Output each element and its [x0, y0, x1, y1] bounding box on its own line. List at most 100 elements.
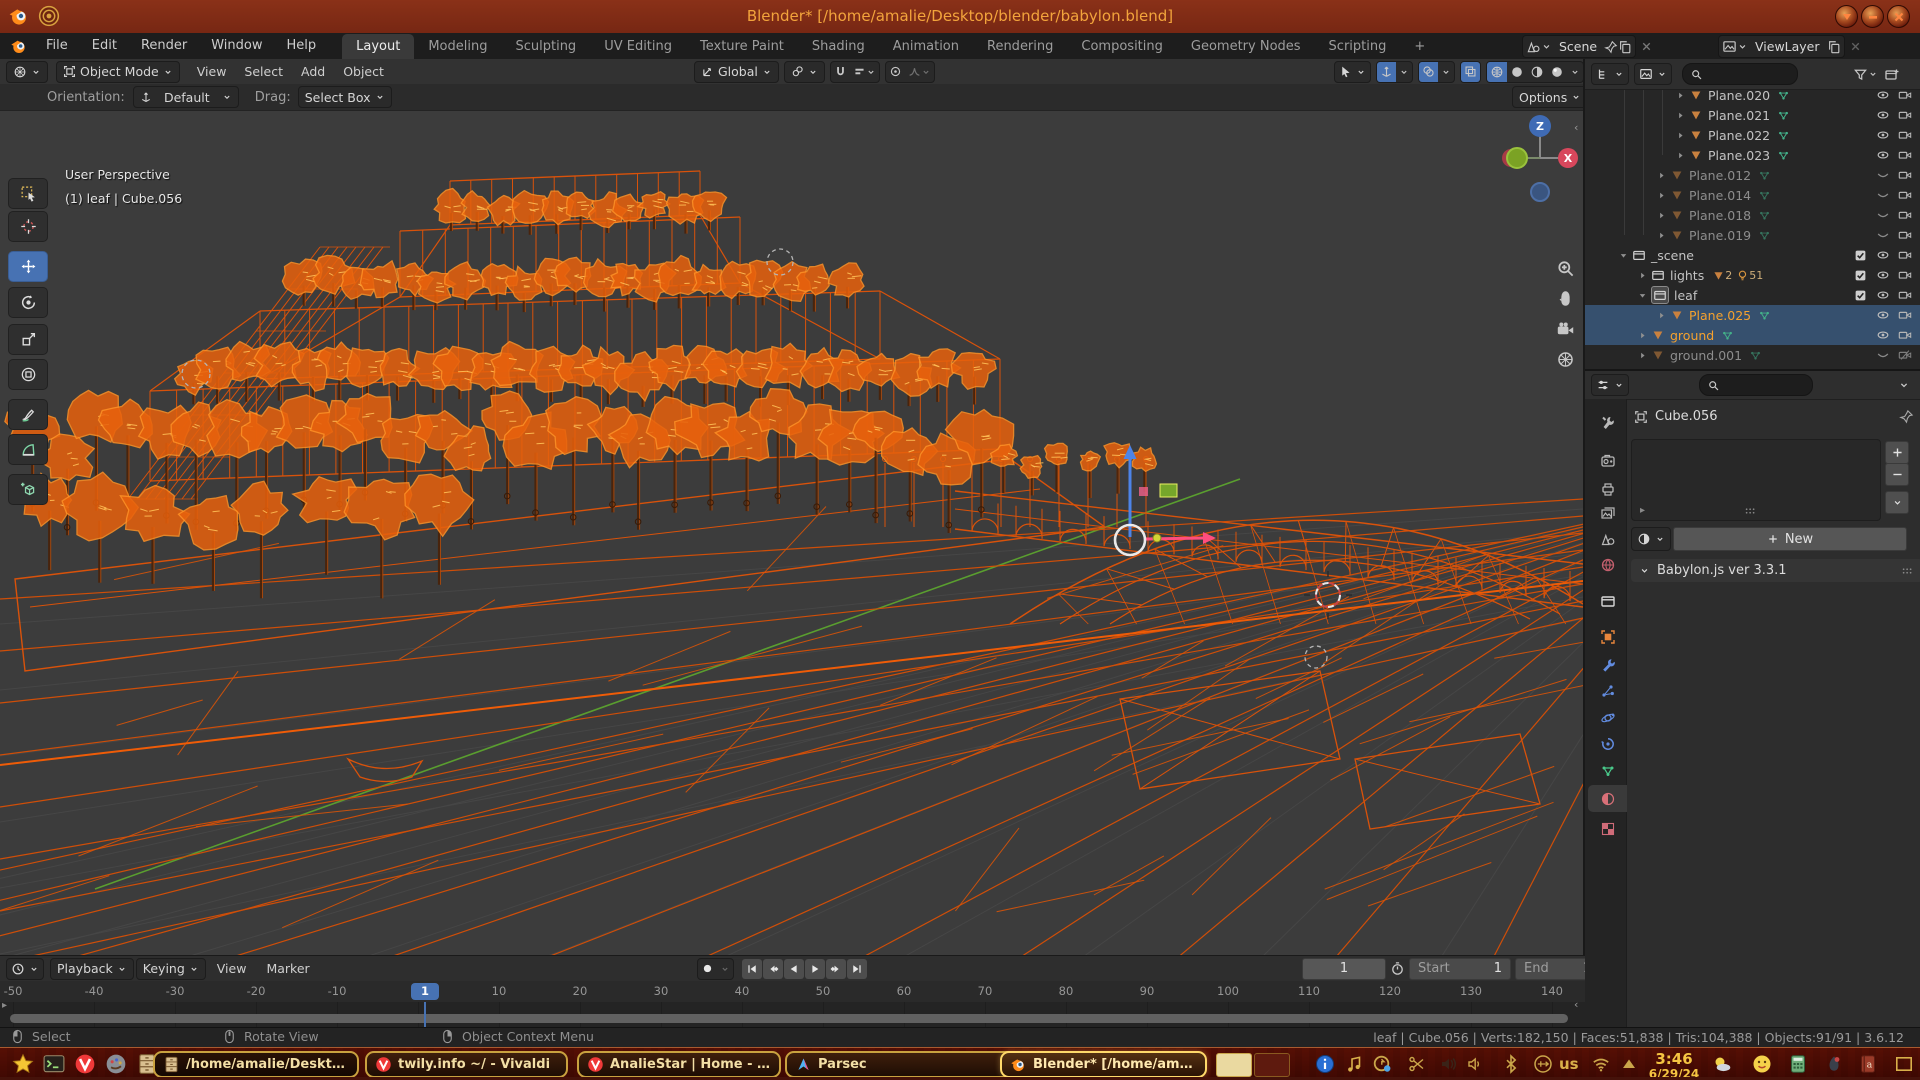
summary-collapse-arrow[interactable]: ▸	[2, 1000, 7, 1011]
outliner-row-Plane.021[interactable]: Plane.021	[1585, 105, 1920, 125]
orientation-value-dropdown[interactable]: Default	[133, 86, 239, 108]
orientation-dropdown[interactable]: Global	[694, 61, 779, 83]
pin-icon[interactable]	[1604, 40, 1618, 54]
properties-tab-modifiers[interactable]	[1588, 651, 1627, 678]
object-name[interactable]: lights	[1670, 268, 1704, 283]
navigation-gizmo[interactable]: Z X	[1495, 114, 1583, 206]
tray-arrow-up-icon[interactable]	[1619, 1054, 1639, 1074]
exclude-checkbox[interactable]	[1854, 289, 1867, 302]
slot-expand-arrow[interactable]: ▸	[1640, 505, 1645, 516]
blender-menu-icon[interactable]	[10, 37, 28, 55]
launcher-terminal[interactable]	[43, 1053, 65, 1075]
eye-open-icon[interactable]	[1876, 268, 1890, 282]
timeline-menu-view[interactable]: View	[208, 956, 256, 981]
new-material-button[interactable]: New	[1673, 527, 1907, 551]
tab-sculpting[interactable]: Sculpting	[501, 34, 590, 59]
camera-view-icon[interactable]	[1556, 320, 1575, 339]
exclude-checkbox[interactable]	[1854, 269, 1867, 282]
properties-tab-object-data[interactable]	[1588, 757, 1627, 784]
tray-show-desktop-icon[interactable]	[1894, 1054, 1914, 1074]
outliner-row-Plane.018[interactable]: Plane.018	[1585, 205, 1920, 225]
tool-transform[interactable]	[8, 359, 48, 390]
outliner-row-leaf[interactable]: leaf	[1585, 285, 1920, 305]
outliner-row-Plane.019[interactable]: Plane.019	[1585, 225, 1920, 245]
jump-end-button[interactable]	[847, 959, 867, 979]
properties-tab-render[interactable]	[1588, 447, 1627, 474]
close-button[interactable]	[1887, 5, 1910, 28]
shading-rendered-icon[interactable]	[1547, 62, 1567, 82]
tray-volume-dark-icon[interactable]	[1439, 1054, 1459, 1074]
outliner-row-Plane.025[interactable]: Plane.025	[1585, 305, 1920, 325]
next-keyframe-button[interactable]	[826, 959, 846, 979]
expand-arrow-icon[interactable]	[1656, 170, 1667, 181]
slot-specials-button[interactable]	[1885, 491, 1909, 514]
eye-open-icon[interactable]	[1876, 108, 1890, 122]
camera-enabled-icon[interactable]	[1898, 328, 1912, 342]
properties-tab-object[interactable]	[1588, 623, 1627, 650]
xray-toggle[interactable]	[1460, 61, 1481, 83]
tray-calculator-icon[interactable]	[1788, 1054, 1808, 1074]
properties-tab-constraints[interactable]	[1588, 730, 1627, 757]
record-icon[interactable]	[698, 959, 717, 979]
mode-dropdown[interactable]: Object Mode	[56, 61, 180, 83]
object-name[interactable]: Plane.012	[1689, 168, 1751, 183]
start-frame-field[interactable]: Start 1	[1409, 958, 1511, 980]
overlays-icon[interactable]	[1419, 62, 1438, 82]
tab-shading[interactable]: Shading	[798, 34, 879, 59]
expand-arrow-icon[interactable]	[1656, 210, 1667, 221]
filter-funnel-button[interactable]	[1853, 67, 1878, 82]
clear-viewlayer-icon[interactable]	[1849, 40, 1862, 53]
copy-icon[interactable]	[1618, 40, 1632, 54]
workspace-pager-2[interactable]	[1254, 1053, 1290, 1077]
tray-dictionary-icon[interactable]: a	[1858, 1054, 1878, 1074]
tab-texture-paint[interactable]: Texture Paint	[686, 34, 798, 59]
eye-open-icon[interactable]	[1876, 308, 1890, 322]
shading-material-icon[interactable]	[1527, 62, 1547, 82]
expand-arrow-icon[interactable]	[1637, 350, 1648, 361]
timeline-menu-keying[interactable]: Keying	[136, 958, 206, 980]
expand-arrow-icon[interactable]	[1675, 130, 1686, 141]
properties-tab-physics[interactable]	[1588, 704, 1627, 731]
panel-collapse-arrow[interactable]: ‹	[1574, 121, 1578, 134]
eye-closed-icon[interactable]	[1876, 348, 1890, 362]
expand-arrow-icon[interactable]	[1675, 90, 1686, 101]
proportional-icon[interactable]	[886, 62, 905, 82]
outliner-row-Plane.012[interactable]: Plane.012	[1585, 165, 1920, 185]
eye-open-icon[interactable]	[1876, 148, 1890, 162]
tray-smiley-icon[interactable]	[1752, 1054, 1772, 1074]
babylon-addon-panel[interactable]: Babylon.js ver 3.3.1	[1631, 559, 1920, 582]
tab-rendering[interactable]: Rendering	[973, 34, 1067, 59]
eye-closed-icon[interactable]	[1876, 208, 1890, 222]
tab-geometry-nodes[interactable]: Geometry Nodes	[1177, 34, 1315, 59]
outliner-row-_scene[interactable]: _scene	[1585, 245, 1920, 265]
tool-cursor[interactable]	[8, 211, 48, 242]
jump-start-button[interactable]	[742, 959, 762, 979]
camera-enabled-icon[interactable]	[1898, 108, 1912, 122]
eye-open-icon[interactable]	[1876, 328, 1890, 342]
properties-search[interactable]	[1699, 374, 1813, 396]
tray-music-icon[interactable]	[1345, 1054, 1365, 1074]
drag-value-dropdown[interactable]: Select Box	[298, 86, 392, 108]
copy-icon[interactable]	[1827, 40, 1841, 54]
camera-enabled-icon[interactable]	[1898, 188, 1912, 202]
eye-closed-icon[interactable]	[1876, 188, 1890, 202]
tool-scale[interactable]	[8, 324, 48, 355]
visibility-dropdown[interactable]	[1334, 61, 1371, 83]
zoom-icon[interactable]	[1556, 259, 1575, 278]
viewport-menu-add[interactable]: Add	[292, 59, 334, 84]
timeline-menu-marker[interactable]: Marker	[257, 956, 318, 981]
wireframe-scene[interactable]	[0, 59, 1583, 955]
auto-key-toggle[interactable]	[697, 958, 734, 980]
viewport-menu-view[interactable]: View	[188, 59, 236, 84]
prev-keyframe-button[interactable]	[763, 959, 783, 979]
expand-arrow-icon[interactable]	[1637, 290, 1648, 301]
expand-arrow-icon[interactable]	[1675, 110, 1686, 121]
tray-keyboard-icon[interactable]: us	[1559, 1055, 1579, 1073]
pin-icon[interactable]	[1899, 409, 1914, 424]
outliner-display-mode[interactable]	[1591, 63, 1629, 85]
taskbar-window-1[interactable]: /home/amalie/Desktop/...	[153, 1051, 359, 1078]
expand-arrow-icon[interactable]	[1656, 310, 1667, 321]
properties-tab-tool[interactable]	[1588, 409, 1627, 436]
camera-enabled-icon[interactable]	[1898, 208, 1912, 222]
object-name[interactable]: _scene	[1651, 248, 1694, 263]
